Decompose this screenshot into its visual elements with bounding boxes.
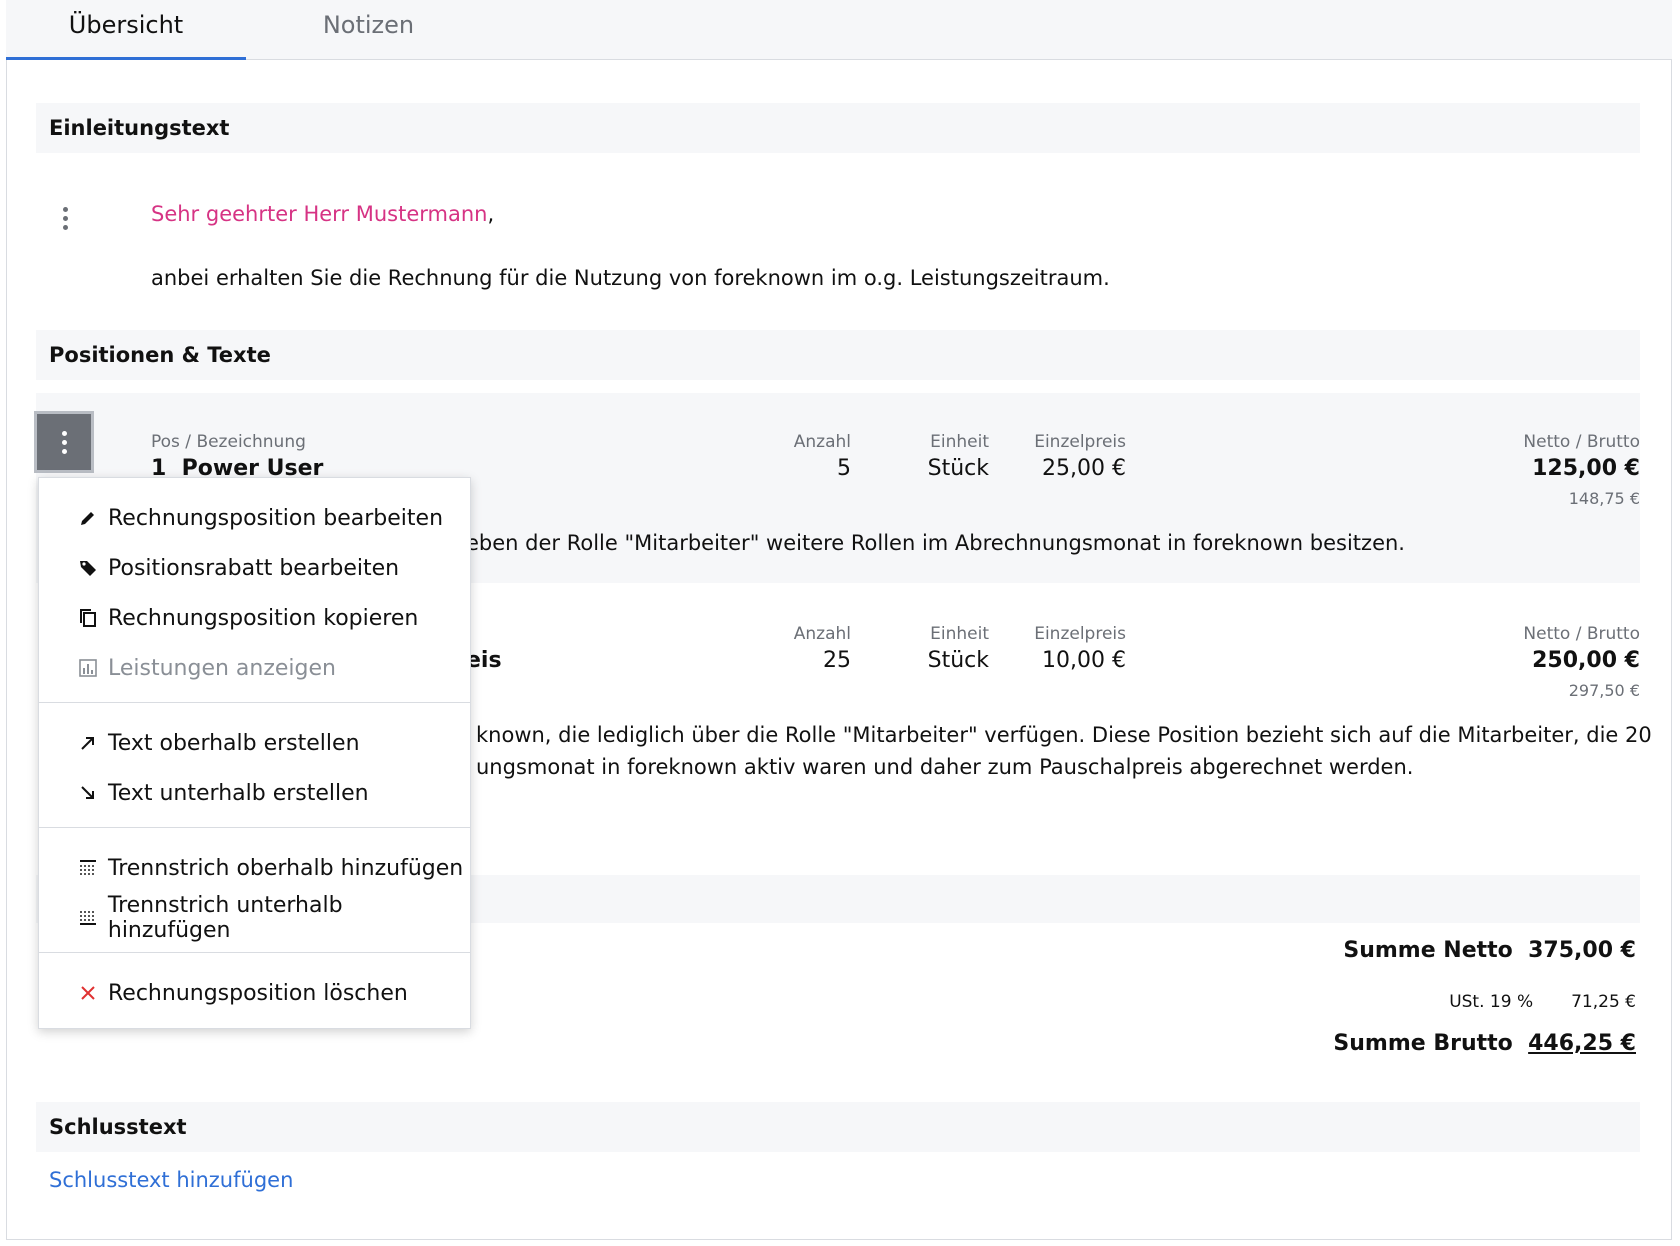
menu-divider	[39, 952, 470, 953]
salutation: Sehr geehrter Herr Mustermann,	[151, 202, 494, 226]
tab-bar: Übersicht Notizen	[6, 0, 1672, 60]
position-qty: 5	[837, 456, 851, 481]
menu-item-label: Positionsrabatt bearbeiten	[108, 555, 400, 581]
menu-item-label: Rechnungsposition löschen	[108, 980, 408, 1006]
position-price: 25,00 €	[1042, 456, 1126, 481]
unit-header: Einheit	[930, 624, 989, 644]
salutation-punct: ,	[487, 202, 495, 226]
tab-notes[interactable]: Notizen	[246, 0, 491, 60]
position-qty: 25	[823, 648, 851, 673]
position-unit: Stück	[927, 648, 989, 673]
position-name: eis	[466, 648, 502, 673]
sum-gross-value: 446,25 €	[1528, 1031, 1636, 1056]
qty-header: Anzahl	[793, 624, 851, 644]
sum-gross: Summe Brutto 446,25 €	[1333, 1031, 1636, 1056]
arrow-up-right-icon	[77, 732, 99, 754]
sum-net-label: Summe Netto	[1343, 938, 1513, 963]
sum-net-value: 375,00 €	[1528, 938, 1636, 963]
intro-section-title: Einleitungstext	[36, 103, 1640, 153]
menu-item-label: Leistungen anzeigen	[108, 655, 336, 681]
menu-item-divider-above[interactable]: Trennstrich oberhalb hinzufügen	[39, 846, 470, 890]
add-closing-text-link[interactable]: Schlusstext hinzufügen	[49, 1168, 293, 1192]
intro-kebab-menu-icon[interactable]	[54, 200, 76, 236]
menu-item-show-services: Leistungen anzeigen	[39, 646, 470, 690]
total-header: Netto / Brutto	[1523, 624, 1640, 644]
position-gross: 297,50 €	[1568, 681, 1640, 700]
divider-below-icon	[77, 907, 99, 929]
close-icon	[77, 982, 99, 1004]
position-description-line-1: known, die lediglich über die Rolle "Mit…	[476, 723, 1652, 747]
menu-divider	[39, 702, 470, 703]
arrow-down-right-icon	[77, 782, 99, 804]
positions-section-title: Positionen & Texte	[36, 330, 1640, 380]
tax-label: USt. 19 %	[1449, 992, 1534, 1012]
menu-item-divider-below[interactable]: Trennstrich unterhalb hinzufügen	[39, 893, 470, 943]
position-gross: 148,75 €	[1568, 489, 1640, 508]
qty-header: Anzahl	[793, 432, 851, 452]
menu-item-label: Text unterhalb erstellen	[108, 780, 369, 806]
intro-text: anbei erhalten Sie die Rechnung für die …	[151, 266, 1110, 290]
menu-item-label: Rechnungsposition bearbeiten	[108, 505, 444, 531]
position-net: 250,00 €	[1532, 648, 1640, 673]
menu-item-label: Trennstrich oberhalb hinzufügen	[108, 855, 464, 881]
position-unit: Stück	[927, 456, 989, 481]
tax-value: 71,25 €	[1571, 992, 1636, 1012]
menu-item-label: Text oberhalb erstellen	[108, 730, 360, 756]
closing-section-title: Schlusstext	[36, 1102, 1640, 1152]
position-net: 125,00 €	[1532, 456, 1640, 481]
tab-overview[interactable]: Übersicht	[6, 0, 246, 60]
price-header: Einzelpreis	[1034, 432, 1126, 452]
menu-item-text-below[interactable]: Text unterhalb erstellen	[39, 771, 470, 815]
position-price: 10,00 €	[1042, 648, 1126, 673]
salutation-name: Sehr geehrter Herr Mustermann	[151, 202, 488, 226]
menu-item-label: Rechnungsposition kopieren	[108, 605, 419, 631]
position-description: eben der Rolle "Mitarbeiter" weitere Rol…	[466, 531, 1405, 555]
position-description-line-2: ungsmonat in foreknown aktiv waren und d…	[476, 755, 1414, 779]
copy-icon	[77, 607, 99, 629]
menu-item-text-above[interactable]: Text oberhalb erstellen	[39, 721, 470, 765]
unit-header: Einheit	[930, 432, 989, 452]
pos-header: Pos / Bezeichnung	[151, 432, 306, 452]
sum-net: Summe Netto 375,00 €	[1343, 938, 1636, 963]
sum-gross-label: Summe Brutto	[1333, 1031, 1513, 1056]
menu-item-edit-position[interactable]: Rechnungsposition bearbeiten	[39, 496, 470, 540]
tax-line: USt. 19 % 71,25 €	[1449, 992, 1636, 1012]
menu-item-label: Trennstrich unterhalb hinzufügen	[107, 893, 343, 943]
menu-item-delete-position[interactable]: Rechnungsposition löschen	[39, 971, 470, 1015]
pencil-icon	[77, 507, 99, 529]
position-kebab-menu-icon[interactable]	[34, 411, 94, 473]
divider-above-icon	[77, 857, 99, 879]
context-menu: Rechnungsposition bearbeiten Positionsra…	[38, 477, 471, 1029]
menu-item-copy-position[interactable]: Rechnungsposition kopieren	[39, 596, 470, 640]
menu-item-edit-discount[interactable]: Positionsrabatt bearbeiten	[39, 546, 470, 590]
total-header: Netto / Brutto	[1523, 432, 1640, 452]
chart-icon	[77, 657, 99, 679]
tag-icon	[77, 557, 99, 579]
price-header: Einzelpreis	[1034, 624, 1126, 644]
menu-divider	[39, 827, 470, 828]
